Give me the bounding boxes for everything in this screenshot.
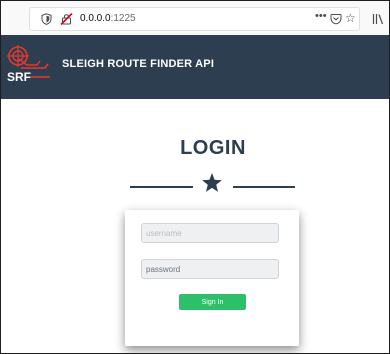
insecure-connection-icon[interactable] [60, 13, 73, 25]
login-card: Sign In [125, 210, 299, 346]
password-input[interactable] [141, 259, 279, 279]
pocket-icon[interactable] [330, 13, 342, 25]
library-icon[interactable] [372, 13, 384, 25]
star-icon [202, 173, 222, 192]
url-text[interactable]: 0.0.0.0:1225 [80, 12, 136, 26]
url-port: :1225 [110, 13, 136, 24]
address-bar[interactable]: 0.0.0.0:1225 ••• ☆ [29, 7, 360, 31]
browser-window: 0.0.0.0:1225 ••• ☆ SRF SLEIGH ROUTE FIND… [0, 0, 390, 354]
username-input[interactable] [141, 223, 279, 243]
more-actions-icon[interactable]: ••• [315, 10, 327, 22]
srf-logo: SRF [7, 45, 50, 84]
login-heading: LOGIN [180, 137, 246, 159]
browser-toolbar: 0.0.0.0:1225 ••• ☆ [1, 1, 389, 36]
app-title: SLEIGH ROUTE FINDER API [62, 58, 215, 70]
bookmark-star-icon[interactable]: ☆ [345, 11, 356, 25]
sign-in-button[interactable]: Sign In [179, 294, 246, 310]
tracking-protection-shield-icon[interactable] [41, 13, 52, 25]
app-header: SRF SLEIGH ROUTE FINDER API [1, 35, 389, 99]
logo-text: SRF [7, 70, 31, 84]
divider-line-left [130, 186, 193, 188]
divider-line-right [233, 186, 295, 188]
url-host: 0.0.0.0 [80, 13, 111, 24]
